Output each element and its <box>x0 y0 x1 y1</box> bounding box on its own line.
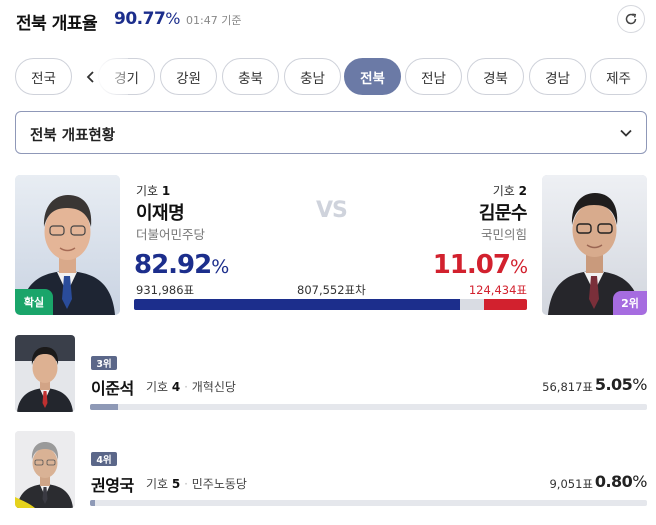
tab-label: 강원 <box>176 70 201 87</box>
update-time: 01:47 기준 <box>186 14 242 27</box>
number-prefix: 기호 <box>136 184 159 198</box>
number-prefix: 기호 <box>492 184 515 198</box>
candidate2-percent: 11.07% <box>432 250 528 280</box>
candidate4-share-bar <box>90 500 647 506</box>
tab-jeju[interactable]: 제주 <box>590 58 647 95</box>
candidate1-party: 더불어민주당 <box>136 227 206 242</box>
tab-chungnam[interactable]: 충남 <box>284 58 341 95</box>
number-value: 1 <box>161 184 171 198</box>
page-title: 전북 개표율 <box>16 14 98 34</box>
scroll-left-button[interactable] <box>72 58 128 96</box>
percent-unit: % <box>632 375 647 394</box>
candidate4-percent: 0.80% <box>594 472 648 491</box>
candidate4-photo <box>15 431 75 508</box>
candidate1-share-bar <box>134 299 460 310</box>
tab-label: 전국 <box>31 70 56 87</box>
rank-badge: 2위 <box>613 291 647 315</box>
vote-difference: 807,552표차 <box>297 283 366 297</box>
vs-label: VS <box>316 198 348 223</box>
rank-badge: 3위 <box>91 356 117 370</box>
candidate2-party: 국민의힘 <box>480 227 527 242</box>
counting-rate-value: 90.77 <box>114 9 166 29</box>
candidate4-number: 기호 5 · 민주노동당 <box>146 475 247 492</box>
candidate1-photo: 확실 <box>15 175 120 315</box>
percent-value: 0.80 <box>594 472 633 491</box>
tab-label: 전북 <box>360 70 385 87</box>
candidate1-percent: 82.92% <box>134 250 229 280</box>
tab-jeonguk[interactable]: 전국 <box>15 58 72 95</box>
candidate4-share-fill <box>90 500 95 506</box>
tab-gangwon[interactable]: 강원 <box>160 58 217 95</box>
percent-unit: % <box>211 256 229 278</box>
region-select[interactable]: 전북 개표현황 <box>15 111 647 154</box>
number-prefix: 기호 <box>146 380 169 394</box>
candidate2-photo: 2위 <box>542 175 647 315</box>
candidate1-name: 이재명 <box>136 203 185 224</box>
percent-unit: % <box>509 256 528 278</box>
separator-dot: · <box>180 380 192 394</box>
header: 전북 개표율 90.77% 01:47 기준 <box>0 0 656 40</box>
percent-unit: % <box>632 472 647 491</box>
number-prefix: 기호 <box>146 477 169 491</box>
candidate3-photo <box>15 335 75 412</box>
confirmed-badge: 확실 <box>15 289 53 315</box>
candidate3-number: 기호 4 · 개혁신당 <box>146 378 236 395</box>
counting-rate-unit: % <box>165 9 180 28</box>
tab-label: 경남 <box>545 70 570 87</box>
candidate2-votes: 124,434표 <box>468 283 527 297</box>
refresh-button[interactable] <box>617 5 645 33</box>
vote-share-bar <box>134 299 527 310</box>
percent-value: 11.07 <box>432 250 511 280</box>
candidate4-party: 민주노동당 <box>191 477 247 491</box>
candidate3-name: 이준석 <box>91 379 134 398</box>
tab-jeonnam[interactable]: 전남 <box>405 58 462 95</box>
candidate4-portrait <box>15 431 75 508</box>
tab-label: 충북 <box>238 70 263 87</box>
tab-chungbuk[interactable]: 충북 <box>222 58 279 95</box>
tab-label: 경북 <box>483 70 508 87</box>
candidate3-share-fill <box>90 404 119 410</box>
counting-rate: 90.77% <box>114 9 180 29</box>
candidate2-share-bar <box>483 299 527 310</box>
chevron-down-icon <box>620 129 632 137</box>
chevron-left-icon <box>86 71 94 83</box>
candidate3-portrait <box>15 335 75 412</box>
candidate3-votes: 56,817표 <box>542 380 593 394</box>
candidate3-party: 개혁신당 <box>191 380 236 394</box>
candidate2-name: 김문수 <box>478 203 528 224</box>
candidate3-share-bar <box>90 404 647 410</box>
tab-gyeongbuk[interactable]: 경북 <box>467 58 524 95</box>
number-value: 2 <box>518 184 527 198</box>
refresh-icon <box>625 13 637 25</box>
tab-jeonbuk[interactable]: 전북 <box>344 58 401 95</box>
percent-value: 82.92 <box>134 250 212 280</box>
candidate4-name: 권영국 <box>91 476 134 495</box>
region-select-label: 전북 개표현황 <box>30 128 116 144</box>
tab-label: 충남 <box>300 70 325 87</box>
tab-label: 제주 <box>606 70 631 87</box>
separator-dot: · <box>180 477 192 491</box>
tab-label: 전남 <box>421 70 446 87</box>
region-tabs: 전국 경기 강원 충북 충남 전북 전남 경북 경남 제주 <box>0 58 656 96</box>
candidate1-number: 기호 1 <box>136 182 170 199</box>
candidate4-votes: 9,051표 <box>549 477 593 491</box>
candidate2-number: 기호 2 <box>493 182 527 199</box>
candidate1-votes: 931,986표 <box>136 283 195 297</box>
rank-badge: 4위 <box>91 452 117 466</box>
tab-gyeongnam[interactable]: 경남 <box>529 58 586 95</box>
percent-value: 5.05 <box>594 375 633 394</box>
candidate3-percent: 5.05% <box>594 375 648 394</box>
